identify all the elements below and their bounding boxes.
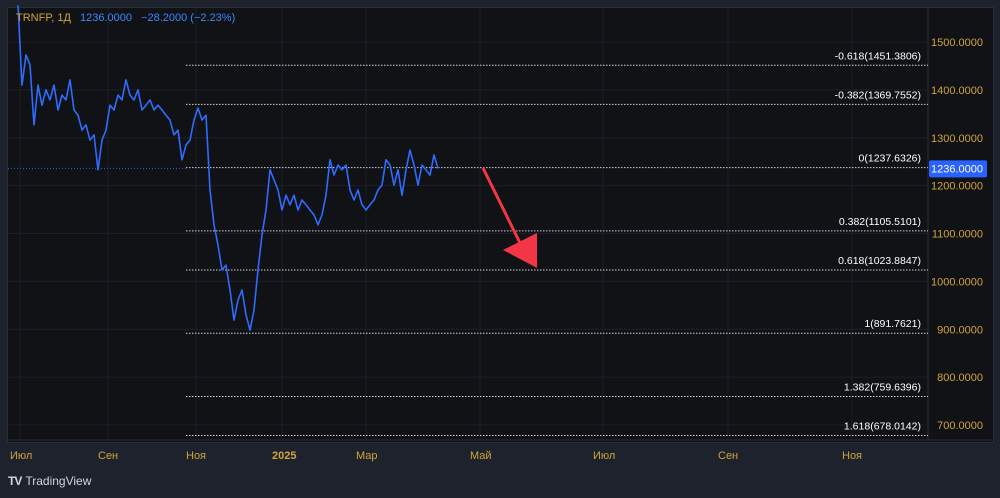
y-tick-label: 800.0000 [937, 372, 983, 384]
fib-level-label: -0.382(1369.7552) [835, 89, 921, 101]
down-arrow-icon [503, 233, 537, 268]
y-tick-label: 1400.0000 [931, 85, 983, 97]
x-tick-label: 2025 [272, 450, 296, 462]
fib-level-label: 0(1237.6326) [859, 153, 921, 165]
current-price-badge-label: 1236.0000 [931, 163, 983, 175]
symbol-label: TRNFP, 1Д [16, 12, 71, 24]
y-tick-label: 1300.0000 [931, 133, 983, 145]
tv-logo-icon: TV [8, 474, 22, 488]
x-tick-label: Сен [98, 450, 118, 462]
fib-level-label: -0.618(1451.3806) [835, 50, 921, 62]
fib-level-label: 1(891.7621) [864, 318, 921, 330]
last-price: 1236.0000 [80, 12, 132, 24]
y-tick-label: 700.0000 [937, 420, 983, 432]
y-tick-label: 1000.0000 [931, 276, 983, 288]
fib-level-label: 0.618(1023.8847) [838, 255, 921, 267]
x-tick-label: Июл [593, 450, 615, 462]
y-tick-label: 1500.0000 [931, 37, 983, 49]
fib-level-label: 1.382(759.6396) [844, 381, 921, 393]
x-tick-label: Ноя [842, 450, 862, 462]
price-chart[interactable]: 1500.0000 1400.0000 1300.0000 1200.0000 1100… [0, 0, 1000, 498]
x-tick-label: Ноя [186, 450, 206, 462]
x-tick-label: Май [470, 450, 492, 462]
brand-name: TradingView [25, 474, 92, 488]
price-change: −28.2000 (−2.23%) [141, 12, 236, 24]
down-arrow-shaft [481, 167, 524, 248]
tradingview-logo[interactable]: TV TradingView [8, 474, 91, 488]
y-tick-label: 1200.0000 [931, 181, 983, 193]
fib-level-label: 0.382(1105.5101) [839, 216, 921, 228]
x-tick-label: Сен [718, 450, 738, 462]
x-tick-label: Июл [10, 450, 32, 462]
y-tick-label: 900.0000 [937, 324, 983, 336]
fib-level-label: 1.618(678.0142) [844, 421, 921, 433]
chart-legend: TRNFP, 1Д 1236.0000 −28.2000 (−2.23%) [16, 12, 235, 24]
y-tick-label: 1100.0000 [932, 229, 983, 241]
x-tick-label: Мар [356, 450, 378, 462]
